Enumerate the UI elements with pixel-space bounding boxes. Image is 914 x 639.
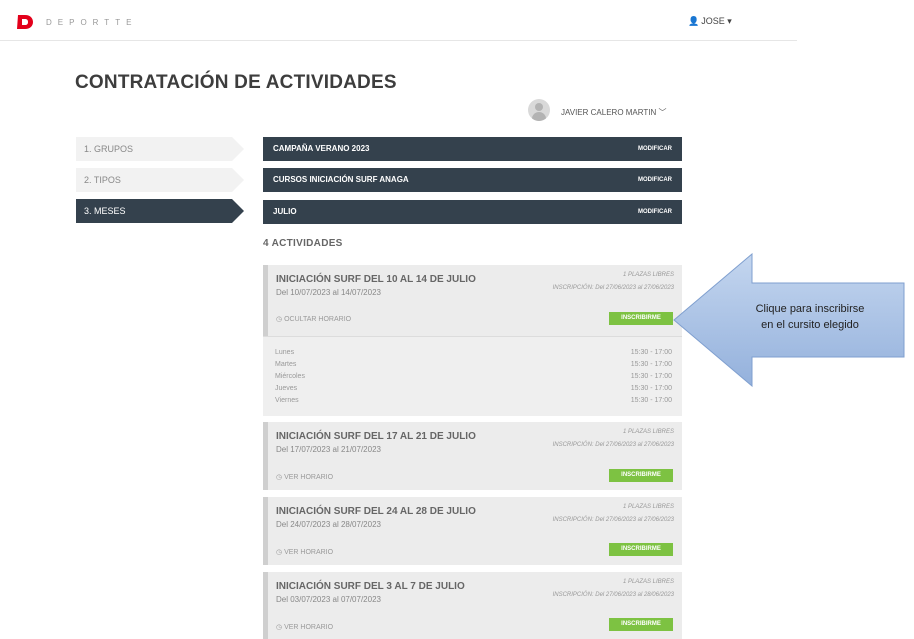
activity-card: INICIACIÓN SURF DEL 3 AL 7 DE JULIO Del …: [263, 572, 682, 639]
clock-icon: ◷: [276, 316, 283, 323]
callout-line: en el cursito elegido: [761, 319, 859, 331]
free-places: 1 PLAZAS LIBRES: [622, 272, 674, 278]
callout-line: Clique para inscribirse: [755, 303, 865, 315]
activity-title: INICIACIÓN SURF DEL 24 AL 28 DE JULIO: [276, 506, 476, 517]
registration-period: INSCRIPCIÓN: Del 27/06/2023 al 27/06/202…: [552, 517, 674, 523]
modify-button[interactable]: MODIFICAR: [638, 137, 672, 161]
user-name: JOSE: [701, 16, 725, 26]
activity-dates: Del 24/07/2023 al 28/07/2023: [276, 520, 381, 529]
chevron-down-icon: ▾: [727, 16, 732, 26]
schedule-row: Viernes 15:30 - 17:00: [275, 397, 672, 404]
free-places: 1 PLAZAS LIBRES: [622, 504, 674, 510]
card-accent: [263, 422, 268, 490]
schedule-row: Martes 15:30 - 17:00: [275, 361, 672, 368]
card-accent: [263, 572, 268, 639]
activity-dates: Del 17/07/2023 al 21/07/2023: [276, 445, 381, 454]
step-tipos[interactable]: 2. TIPOS: [76, 168, 244, 192]
selection-campaign: CAMPAÑA VERANO 2023 MODIFICAR: [263, 137, 682, 161]
chevron-down-icon: ﹀: [658, 108, 667, 117]
brand-logo-icon[interactable]: [16, 13, 34, 31]
steps-nav: 1. GRUPOS 2. TIPOS 3. MESES: [76, 137, 246, 230]
schedule-row: Lunes 15:30 - 17:00: [275, 349, 672, 356]
user-icon: 👤: [688, 16, 700, 26]
activities-count: 4 ACTIVIDADES: [263, 238, 343, 249]
clock-icon: ◷: [276, 624, 283, 631]
avatar: [528, 99, 550, 121]
enroll-button[interactable]: INSCRIBIRME: [609, 469, 673, 482]
brand-name: DEPORTTE: [46, 18, 138, 27]
profile-name: JAVIER CALERO MARTIN ﹀: [561, 108, 667, 117]
activity-title: INICIACIÓN SURF DEL 10 AL 14 DE JULIO: [276, 274, 476, 285]
schedule-table: Lunes 15:30 - 17:00 Martes 15:30 - 17:00 M…: [263, 336, 682, 416]
card-accent: [263, 497, 268, 565]
enroll-button[interactable]: INSCRIBIRME: [609, 543, 673, 556]
activity-title: INICIACIÓN SURF DEL 17 AL 21 DE JULIO: [276, 431, 476, 442]
activity-dates: Del 03/07/2023 al 07/07/2023: [276, 595, 381, 604]
step-meses[interactable]: 3. MESES: [76, 199, 244, 223]
selection-month: JULIO MODIFICAR: [263, 200, 682, 224]
page-title: CONTRATACIÓN DE ACTIVIDADES: [75, 72, 397, 93]
schedule-row: Miércoles 15:30 - 17:00: [275, 373, 672, 380]
enroll-button[interactable]: INSCRIBIRME: [609, 618, 673, 631]
selection-label: CURSOS INICIACIÓN SURF ANAGA: [273, 175, 409, 184]
activity-card: INICIACIÓN SURF DEL 10 AL 14 DE JULIO De…: [263, 265, 682, 416]
activity-title: INICIACIÓN SURF DEL 3 AL 7 DE JULIO: [276, 581, 465, 592]
registration-period: INSCRIPCIÓN: Del 27/06/2023 al 28/06/202…: [552, 592, 674, 598]
registration-period: INSCRIPCIÓN: Del 27/06/2023 al 27/06/202…: [552, 285, 674, 291]
toggle-schedule-link[interactable]: ◷ VER HORARIO: [276, 548, 333, 556]
activity-card: INICIACIÓN SURF DEL 17 AL 21 DE JULIO De…: [263, 422, 682, 490]
registration-period: INSCRIPCIÓN: Del 27/06/2023 al 27/06/202…: [552, 442, 674, 448]
clock-icon: ◷: [276, 474, 283, 481]
callout-text: Clique para inscribirse en el cursito el…: [725, 301, 895, 333]
modify-button[interactable]: MODIFICAR: [638, 168, 672, 192]
free-places: 1 PLAZAS LIBRES: [622, 429, 674, 435]
toggle-schedule-link[interactable]: ◷ VER HORARIO: [276, 473, 333, 481]
toggle-schedule-link[interactable]: ◷ OCULTAR HORARIO: [276, 315, 351, 323]
activity-dates: Del 10/07/2023 al 14/07/2023: [276, 288, 381, 297]
step-grupos[interactable]: 1. GRUPOS: [76, 137, 244, 161]
clock-icon: ◷: [276, 549, 283, 556]
toggle-schedule-link[interactable]: ◷ VER HORARIO: [276, 623, 333, 631]
selection-course: CURSOS INICIACIÓN SURF ANAGA MODIFICAR: [263, 168, 682, 192]
top-navbar: DEPORTTE 👤 JOSE ▾: [0, 0, 797, 41]
user-menu[interactable]: 👤 JOSE ▾: [688, 16, 732, 27]
enroll-button[interactable]: INSCRIBIRME: [609, 312, 673, 325]
activity-card: INICIACIÓN SURF DEL 24 AL 28 DE JULIO De…: [263, 497, 682, 565]
free-places: 1 PLAZAS LIBRES: [622, 579, 674, 585]
schedule-row: Jueves 15:30 - 17:00: [275, 385, 672, 392]
selection-label: JULIO: [273, 207, 297, 216]
selection-label: CAMPAÑA VERANO 2023: [273, 144, 370, 153]
modify-button[interactable]: MODIFICAR: [638, 200, 672, 224]
